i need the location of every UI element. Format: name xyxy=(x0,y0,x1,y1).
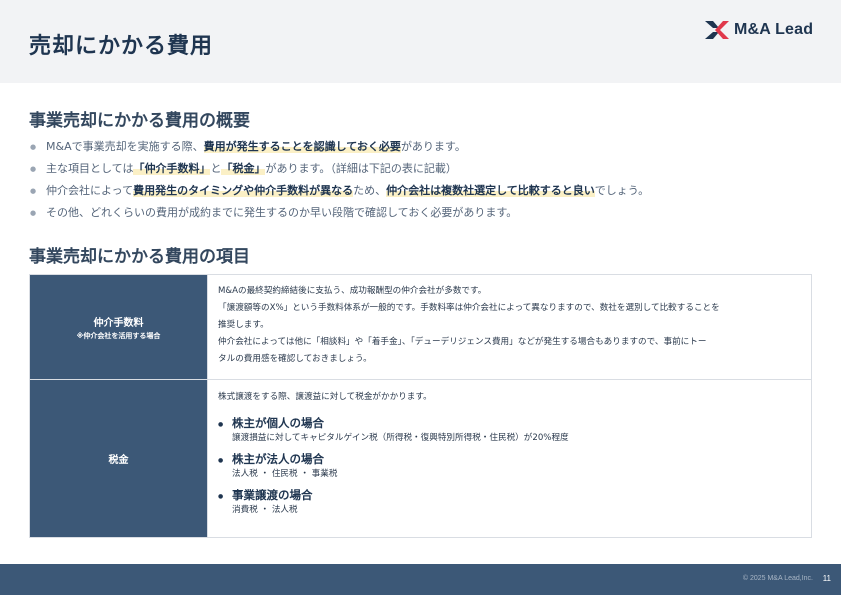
fee-label-cell: 仲介手数料 ※仲介会社を活用する場合 xyxy=(29,274,208,380)
tax-case-head: 株主が個人の場合 xyxy=(232,416,324,430)
footer-bar: © 2025 M&A Lead,Inc. 11 xyxy=(0,564,841,595)
overview-title: 事業売却にかかる費用の概要 xyxy=(29,111,250,131)
fee-line: 推奨します。 xyxy=(218,320,269,330)
tax-label-cell: 税金 xyxy=(29,379,208,538)
logo-mark-icon xyxy=(705,21,729,39)
list-item: 仲介会社によって費用発生のタイミングや仲介手数料が異なるため、仲介会社は複数社選… xyxy=(30,180,810,202)
fee-label: 仲介手数料 xyxy=(93,317,144,329)
list-item: 事業譲渡の場合 消費税 ・ 法人税 xyxy=(218,487,801,517)
list-item: 株主が法人の場合 法人税 ・ 住民税 ・ 事業税 xyxy=(218,451,801,481)
list-item: その他、どれくらいの費用が成約までに発生するのか早い段階で確認しておく必要があり… xyxy=(30,202,810,224)
fee-sublabel: ※仲介会社を活用する場合 xyxy=(76,331,161,340)
tax-case-detail: 消費税 ・ 法人税 xyxy=(232,505,298,515)
tax-case-head: 株主が法人の場合 xyxy=(232,452,324,466)
cost-items-table: 仲介手数料 ※仲介会社を活用する場合 M&Aの最終契約締結後に支払う、成功報酬型… xyxy=(29,274,812,538)
header-bar: 売却にかかる費用 M&A Lead xyxy=(0,0,841,83)
list-item: 株主が個人の場合 譲渡損益に対してキャピタルゲイン税（所得税・復興特別所得税・住… xyxy=(218,415,801,445)
table-row-tax: 税金 株式譲渡をする際、譲渡益に対して税金がかかります。 株主が個人の場合 譲渡… xyxy=(29,379,812,538)
logo-text: M&A Lead xyxy=(734,21,814,38)
tax-description: 株式譲渡をする際、譲渡益に対して税金がかかります。 株主が個人の場合 譲渡損益に… xyxy=(207,379,812,538)
page-number: 11 xyxy=(822,574,831,583)
list-item: M&Aで事業売却を実施する際、費用が発生することを認識しておく必要があります。 xyxy=(30,136,810,158)
table-row-fee: 仲介手数料 ※仲介会社を活用する場合 M&Aの最終契約締結後に支払う、成功報酬型… xyxy=(29,274,812,380)
tax-label: 税金 xyxy=(108,455,129,466)
fee-line: M&Aの最終契約締結後に支払う、成功報酬型の仲介会社が多数です。 xyxy=(218,286,487,296)
fee-line: 「譲渡額等のX%」という手数料体系が一般的です。手数料率は仲介会社によって異なり… xyxy=(218,303,720,313)
tax-intro: 株式譲渡をする際、譲渡益に対して税金がかかります。 xyxy=(218,392,432,402)
page-title: 売却にかかる費用 xyxy=(29,34,214,59)
overview-bullets: M&Aで事業売却を実施する際、費用が発生することを認識しておく必要があります。 … xyxy=(30,136,810,224)
tax-case-head: 事業譲渡の場合 xyxy=(232,488,313,502)
fee-description: M&Aの最終契約締結後に支払う、成功報酬型の仲介会社が多数です。 「譲渡額等のX… xyxy=(207,274,812,380)
fee-line: 仲介会社によっては他に「相談料」や「着手金」、「デューデリジェンス費用」などが発… xyxy=(218,337,707,347)
tax-case-detail: 譲渡損益に対してキャピタルゲイン税（所得税・復興特別所得税・住民税）が20%程度 xyxy=(232,433,569,443)
fee-line: タルの費用感を確認しておきましょう。 xyxy=(218,354,372,364)
list-item: 主な項目としては「仲介手数料」と「税金」があります。（詳細は下記の表に記載） xyxy=(30,158,810,180)
tax-case-list: 株主が個人の場合 譲渡損益に対してキャピタルゲイン税（所得税・復興特別所得税・住… xyxy=(218,415,801,517)
tax-case-detail: 法人税 ・ 住民税 ・ 事業税 xyxy=(232,469,338,479)
copyright-text: © 2025 M&A Lead,Inc. xyxy=(742,575,813,582)
company-logo: M&A Lead xyxy=(705,20,813,40)
items-title: 事業売却にかかる費用の項目 xyxy=(29,247,250,267)
